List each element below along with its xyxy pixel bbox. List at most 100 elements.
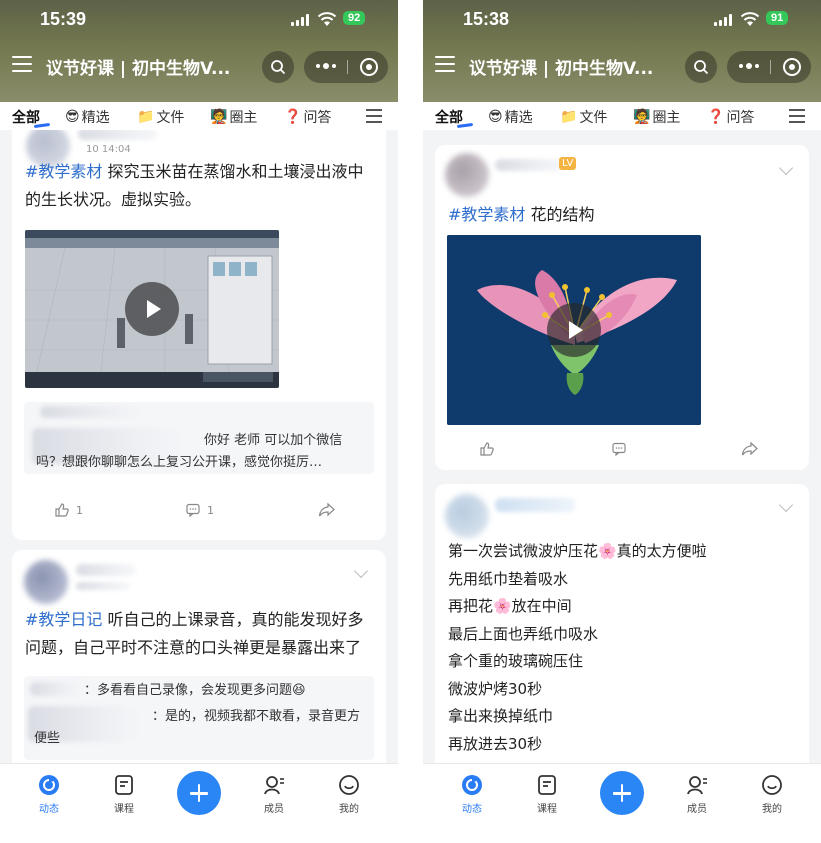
category-tabs: 全部 😎 精选 📁 文件 🧑‍🏫 圈主 ❓ 问答 (0, 102, 398, 130)
share-icon (741, 441, 758, 456)
search-button[interactable] (685, 51, 717, 83)
nav-members[interactable]: 成员 (672, 774, 722, 815)
share-button[interactable] (741, 441, 759, 457)
nav-profile[interactable]: 我的 (324, 774, 374, 815)
comment-button[interactable]: 1 (185, 502, 214, 518)
top-header: 15:39 92 议节好课 | 初中生物V... (0, 0, 398, 102)
tab-label: 圈主 (229, 110, 258, 126)
nav-label: 课程 (114, 804, 134, 815)
tab-label: 问答 (303, 110, 332, 126)
tab-files[interactable]: 📁 文件 (137, 107, 184, 127)
signal-icon (714, 14, 732, 26)
nav-feed[interactable]: 动态 (447, 774, 497, 815)
post-actions: 1 1 (12, 500, 386, 524)
post-card[interactable]: LV #教学素材 花的结构 (435, 145, 809, 470)
nav-members[interactable]: 成员 (249, 774, 299, 815)
chevron-down-icon[interactable] (778, 497, 794, 513)
create-post-button[interactable] (600, 771, 644, 815)
chevron-down-icon[interactable] (778, 160, 794, 176)
username-blurred (76, 564, 136, 576)
share-button[interactable] (318, 502, 336, 518)
profile-icon (762, 775, 782, 795)
post-text: 第一次尝试微波炉压花🌸真的太方便啦 先用纸巾垫着吸水 再把花🌸放在中间 最后上面… (448, 538, 798, 758)
miniapp-capsule (727, 51, 811, 83)
post-card[interactable]: 10 14:04 #教学素材 探究玉米苗在蒸馏水和土壤浸出液中的生长状况。虚拟实… (12, 130, 386, 540)
video-thumbnail[interactable] (447, 235, 701, 425)
topic-tag[interactable]: #教学素材 (25, 162, 102, 181)
status-time: 15:38 (463, 9, 510, 29)
avatar[interactable] (445, 153, 489, 197)
more-options-icon[interactable] (316, 63, 336, 69)
play-icon[interactable] (547, 303, 601, 357)
menu-icon[interactable] (435, 56, 455, 74)
teacher-icon: 🧑‍🏫 (633, 109, 651, 125)
tab-label: 文件 (156, 110, 185, 126)
thumbs-up-icon (480, 442, 494, 456)
menu-icon[interactable] (12, 56, 32, 74)
folder-icon: 📁 (137, 109, 155, 125)
nav-profile[interactable]: 我的 (747, 774, 797, 815)
sunglasses-icon: 😎 (65, 109, 80, 125)
comment-text: ：是的，视频我都不敢看，录音更方便些 (34, 709, 361, 746)
comment-text: ：多看看自己录像，会发现更多问题😆 (84, 683, 306, 698)
close-miniapp-icon[interactable] (360, 58, 378, 76)
like-button[interactable] (479, 441, 495, 457)
thumbs-up-icon (55, 503, 69, 517)
members-icon (264, 776, 284, 795)
tab-featured[interactable]: 😎 精选 (65, 107, 110, 127)
post-card[interactable]: 第一次尝试微波炉压花🌸真的太方便啦 先用纸巾垫着吸水 再把花🌸放在中间 最后上面… (435, 484, 809, 763)
search-button[interactable] (262, 51, 294, 83)
profile-icon (339, 775, 359, 795)
tab-files[interactable]: 📁 文件 (560, 107, 607, 127)
post-line: 再放进去30秒 (448, 734, 543, 753)
post-text: #教学素材 探究玉米苗在蒸馏水和土壤浸出液中的生长状况。虚拟实验。 (25, 158, 375, 214)
page-title: 议节好课 | 初中生物V... (469, 59, 654, 79)
status-bar: 15:38 91 (423, 8, 821, 32)
comment-preview[interactable]: 你好 老师 可以加个微信吗？想跟你聊聊怎么上复习公开课，感觉你挺厉… (24, 402, 374, 474)
nav-course[interactable]: 课程 (99, 774, 149, 815)
topic-tag[interactable]: #教学日记 (25, 610, 102, 629)
nav-label: 成员 (687, 804, 707, 815)
more-options-icon[interactable] (739, 63, 759, 69)
like-button[interactable]: 1 (54, 502, 83, 518)
chevron-down-icon[interactable] (353, 563, 369, 579)
post-actions (435, 439, 809, 463)
battery-indicator: 92 (343, 11, 366, 25)
course-icon (538, 775, 556, 795)
video-thumbnail[interactable] (25, 230, 279, 388)
tabs-more-icon[interactable] (789, 109, 805, 127)
nav-label: 动态 (462, 804, 482, 815)
category-tabs: 全部 😎 精选 📁 文件 🧑‍🏫 圈主 ❓ 问答 (423, 102, 821, 130)
tab-qa[interactable]: ❓ 问答 (707, 107, 754, 127)
close-miniapp-icon[interactable] (783, 58, 801, 76)
tab-owner[interactable]: 🧑‍🏫 圈主 (633, 107, 680, 127)
comment-preview[interactable]: ：多看看自己录像，会发现更多问题😆 ：是的，视频我都不敢看，录音更方便些 (24, 676, 374, 760)
tab-featured[interactable]: 😎 精选 (488, 107, 533, 127)
feed-icon (462, 775, 482, 795)
status-time: 15:39 (40, 9, 87, 29)
tab-label: 问答 (726, 110, 755, 126)
members-icon (687, 776, 707, 795)
post-line: 拿出来换掉纸巾 (448, 707, 554, 725)
avatar[interactable] (445, 494, 489, 538)
tab-all[interactable]: 全部 (12, 107, 51, 129)
tab-all[interactable]: 全部 (435, 107, 474, 129)
bottom-tab-bar: 动态 课程 成员 我的 (423, 763, 821, 843)
avatar[interactable] (24, 560, 68, 604)
post-card[interactable]: #教学日记 听自己的上课录音，真的能发现好多问题，自己平时不注意的口头禅更是暴露… (12, 550, 386, 763)
screenshot-canvas: 15:39 92 议节好课 | 初中生物V... 全部 😎精选 (0, 0, 821, 843)
sunglasses-icon: 😎 (488, 109, 503, 125)
phone-screen-right: 15:38 91 议节好课 | 初中生物V... 全部 😎精选 (423, 0, 821, 843)
play-icon[interactable] (125, 282, 179, 336)
tab-qa[interactable]: ❓ 问答 (284, 107, 331, 127)
post-text: #教学日记 听自己的上课录音，真的能发现好多问题，自己平时不注意的口头禅更是暴露… (25, 606, 375, 662)
tab-owner[interactable]: 🧑‍🏫 圈主 (210, 107, 257, 127)
post-body: 花的结构 (525, 205, 595, 224)
nav-feed[interactable]: 动态 (24, 774, 74, 815)
nav-course[interactable]: 课程 (522, 774, 572, 815)
tabs-more-icon[interactable] (366, 109, 382, 127)
create-post-button[interactable] (177, 771, 221, 815)
topic-tag[interactable]: #教学素材 (448, 205, 525, 224)
nav-label: 动态 (39, 804, 59, 815)
comment-button[interactable] (611, 441, 627, 457)
